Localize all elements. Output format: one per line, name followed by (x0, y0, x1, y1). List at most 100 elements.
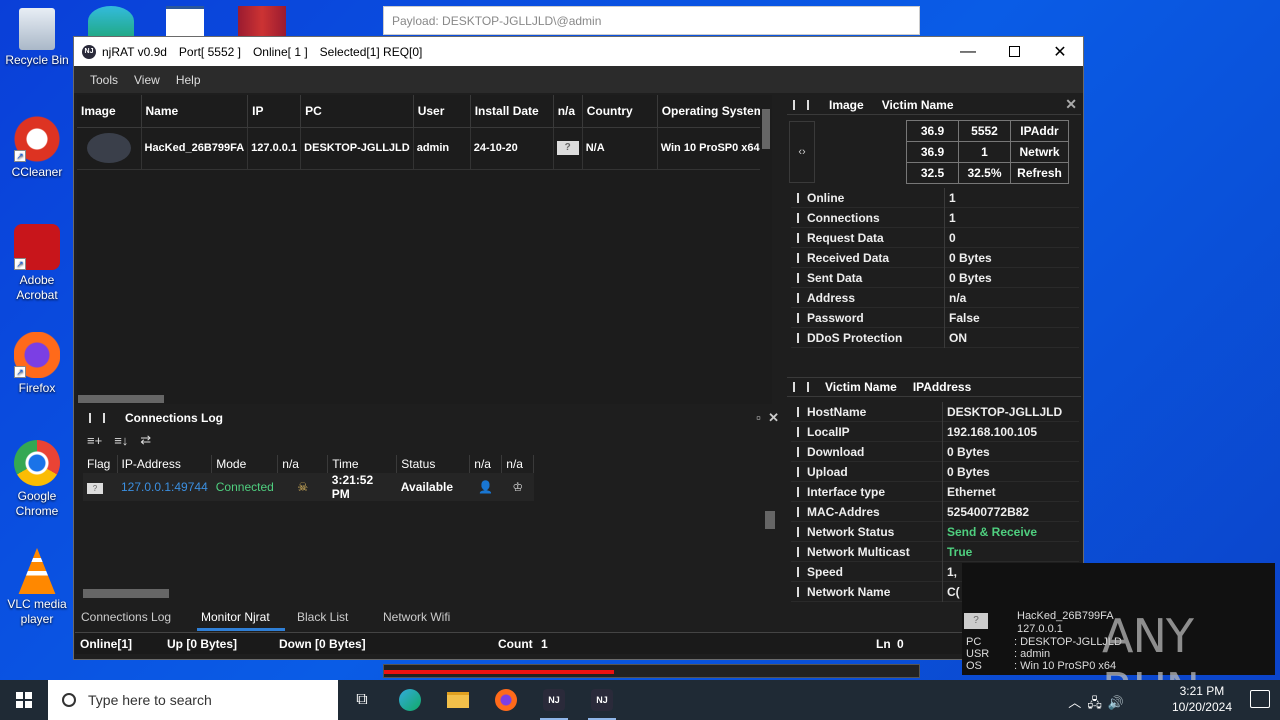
property-key: Network Name (807, 584, 891, 599)
property-value: DESKTOP-JGLLJLD (947, 404, 1063, 419)
column-divider (797, 586, 799, 597)
desktop-icon-label: Adobe Acrobat (16, 273, 58, 302)
taskbar-njrat-2[interactable]: NJ (578, 680, 626, 720)
taskbar: Type here to search ⧉ NJ NJ ︿🖧🔊 3:21 PM … (0, 680, 1280, 720)
col-image[interactable]: Image (77, 95, 142, 128)
close-panel-icon[interactable]: ✕ (768, 410, 779, 425)
desktop-icon-firefox[interactable]: ↗ Firefox (4, 332, 70, 396)
property-key: Request Data (807, 230, 884, 245)
start-button[interactable] (0, 680, 48, 720)
menu-tools[interactable]: Tools (90, 73, 118, 87)
minimize-button[interactable]: — (945, 37, 991, 66)
notifications-icon[interactable] (1250, 690, 1270, 708)
maximize-icon (1008, 46, 1020, 57)
log-col-na[interactable]: n/a (277, 455, 329, 473)
maximize-button[interactable] (991, 37, 1037, 66)
task-view-button[interactable]: ⧉ (338, 680, 386, 720)
column-divider (797, 426, 799, 437)
column-divider (103, 413, 105, 423)
tab-connections-log[interactable]: Connections Log (77, 605, 197, 631)
property-key: HostName (807, 404, 867, 419)
col-name[interactable]: Name (141, 95, 249, 128)
log-col-mode[interactable]: Mode (211, 455, 279, 473)
vlc-icon (18, 548, 56, 594)
desktop-icon-vlc[interactable]: VLC media player (4, 548, 70, 627)
menu-help[interactable]: Help (176, 73, 201, 87)
col-ip[interactable]: IP (247, 95, 302, 128)
property-value: True (947, 544, 973, 559)
restore-panel-icon[interactable]: ▫ (756, 410, 761, 425)
property-key: Download (807, 444, 865, 459)
grid-horizontal-scrollbar[interactable] (77, 394, 772, 404)
property-value: C( (947, 584, 960, 599)
col-os[interactable]: Operating System (657, 95, 772, 128)
window-title: njRAT v0.9d (102, 44, 167, 59)
property-value: Ethernet (947, 484, 996, 499)
taskbar-clock[interactable]: 3:21 PM 10/20/2024 (1172, 683, 1232, 715)
col-pc[interactable]: PC (300, 95, 414, 128)
volume-icon[interactable]: 🔊 (1108, 695, 1130, 710)
client-flag: ? (553, 127, 583, 170)
property-value: 0 Bytes (947, 444, 990, 459)
ipaddr-button[interactable]: IPAddr (1010, 120, 1069, 142)
refresh-button[interactable]: Refresh (1010, 162, 1069, 184)
winrar-desktop-icon[interactable] (238, 6, 286, 36)
client-install-date: 24-10-20 (470, 127, 554, 170)
taskbar-firefox[interactable] (482, 680, 530, 720)
add-list-icon[interactable]: ≡+ (87, 433, 102, 448)
client-row[interactable]: HacKed_26B799FA 127.0.0.1 DESKTOP-JGLLJL… (77, 127, 772, 170)
property-value: 1, (947, 564, 958, 579)
panel-close-icon[interactable]: ✕ (1065, 96, 1077, 113)
repeat-icon[interactable]: ⇄ (140, 432, 151, 448)
desktop-icon-adobe-acrobat[interactable]: ↗ Adobe Acrobat (4, 224, 70, 303)
col-na[interactable]: n/a (553, 95, 583, 128)
log-col-flag[interactable]: Flag (83, 455, 118, 473)
chevron-up-icon[interactable]: ︿ (1068, 695, 1087, 710)
desktop-icon-recycle-bin[interactable]: Recycle Bin (4, 8, 70, 68)
word-desktop-icon[interactable] (166, 6, 204, 36)
status-count-label: Count (498, 636, 533, 651)
taskbar-njrat-1[interactable]: NJ (530, 680, 578, 720)
desktop-icon-ccleaner[interactable]: ↗ CCleaner (4, 116, 70, 180)
system-tray[interactable]: ︿🖧🔊 (1068, 692, 1130, 716)
close-button[interactable]: ✕ (1037, 37, 1083, 66)
column-divider (797, 486, 799, 497)
taskbar-search-box[interactable]: Type here to search (48, 680, 338, 720)
col-country[interactable]: Country (582, 95, 658, 128)
taskbar-edge[interactable] (386, 680, 434, 720)
log-horizontal-scroll-thumb[interactable] (83, 589, 169, 598)
netwrk-button[interactable]: Netwrk (1010, 141, 1069, 163)
folder-icon (447, 692, 469, 708)
log-col-time[interactable]: Time (327, 455, 398, 473)
log-col-ip[interactable]: IP-Address (117, 455, 213, 473)
new-connection-popup[interactable]: ? HacKed_26B799FA 127.0.0.1 PC: DESKTOP-… (962, 563, 1275, 717)
desktop-icon-label: Recycle Bin (5, 53, 69, 67)
menu-view[interactable]: View (134, 73, 160, 87)
unknown-flag-icon: ? (556, 141, 579, 155)
property-value: 1 (949, 190, 956, 205)
grid-vertical-scrollbar[interactable] (760, 95, 772, 400)
tab-black-list[interactable]: Black List (293, 605, 379, 631)
col-user[interactable]: User (413, 95, 471, 128)
tab-monitor-njrat[interactable]: Monitor Njrat (197, 605, 293, 631)
taskbar-file-explorer[interactable] (434, 680, 482, 720)
log-col-na[interactable]: n/a (501, 455, 535, 473)
log-col-na[interactable]: n/a (469, 455, 503, 473)
log-col-status[interactable]: Status (396, 455, 471, 473)
col-install-date[interactable]: Install Date (470, 95, 554, 128)
scroll-thumb[interactable] (78, 395, 164, 403)
network-icon[interactable]: 🖧 (1087, 695, 1108, 710)
log-ip[interactable]: 127.0.0.1:49744 (117, 473, 212, 501)
scroll-thumb[interactable] (762, 109, 770, 149)
sort-icon[interactable]: ≡↓ (114, 433, 128, 448)
status-online: Online[1] (80, 636, 133, 651)
desktop-icon-google-chrome[interactable]: Google Chrome (4, 440, 70, 519)
code-toggle-button[interactable]: ‹› (789, 121, 815, 183)
connection-properties: Online 1 Connections 1 Request Data 0 Recei… (791, 187, 1079, 348)
log-row[interactable]: ? 127.0.0.1:49744 Connected ☠ 3:21:52 PM… (83, 473, 534, 501)
log-vertical-scroll-thumb[interactable] (765, 511, 775, 529)
edge-desktop-icon[interactable] (88, 6, 134, 36)
column-divider (793, 99, 795, 110)
column-divider (89, 413, 91, 423)
tab-network-wifi[interactable]: Network Wifi (379, 605, 477, 631)
